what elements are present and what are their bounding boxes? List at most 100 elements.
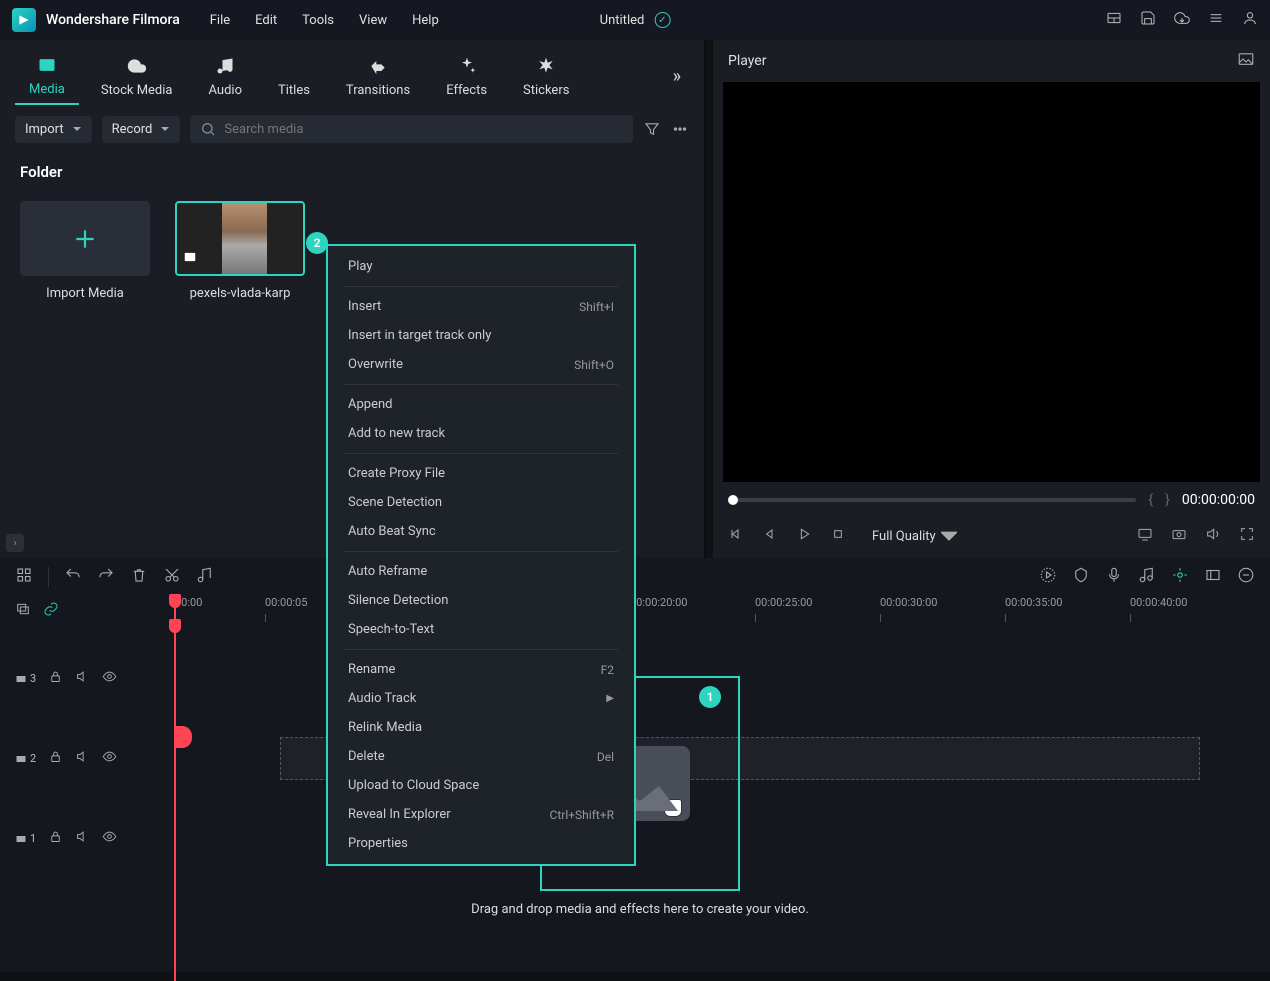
import-dropdown[interactable]: Import bbox=[15, 116, 92, 143]
media-toolbar: Import Record bbox=[0, 105, 704, 153]
mute-icon[interactable] bbox=[75, 669, 90, 688]
undo-icon[interactable] bbox=[64, 566, 82, 588]
ctx-upload-to-cloud-space[interactable]: Upload to Cloud Space bbox=[328, 771, 634, 800]
collapse-icon[interactable] bbox=[1237, 566, 1255, 588]
ctx-add-to-new-track[interactable]: Add to new track bbox=[328, 419, 634, 448]
ctx-scene-detection[interactable]: Scene Detection bbox=[328, 488, 634, 517]
tab-effects[interactable]: Effects bbox=[432, 49, 501, 104]
mic-icon[interactable] bbox=[1105, 566, 1123, 588]
audio-detach-icon[interactable] bbox=[196, 566, 214, 588]
ctx-reveal-in-explorer[interactable]: Reveal In ExplorerCtrl+Shift+R bbox=[328, 800, 634, 829]
visibility-icon[interactable] bbox=[102, 829, 117, 848]
preview-viewport[interactable] bbox=[723, 82, 1260, 482]
ctx-rename[interactable]: RenameF2 bbox=[328, 655, 634, 684]
media-icon bbox=[36, 54, 58, 76]
marker-icon[interactable] bbox=[1072, 566, 1090, 588]
clip-preview bbox=[222, 203, 267, 274]
music-icon bbox=[214, 55, 236, 77]
ctx-separator bbox=[344, 384, 618, 385]
menu-help[interactable]: Help bbox=[412, 13, 439, 28]
record-dropdown[interactable]: Record bbox=[102, 116, 181, 143]
delete-icon[interactable] bbox=[130, 566, 148, 588]
ctx-delete[interactable]: DeleteDel bbox=[328, 742, 634, 771]
snapshot-icon[interactable] bbox=[1237, 50, 1255, 72]
menu-file[interactable]: File bbox=[210, 13, 230, 28]
import-thumb[interactable] bbox=[20, 201, 150, 276]
render-icon[interactable] bbox=[1039, 566, 1057, 588]
lock-icon[interactable] bbox=[48, 669, 63, 688]
ctx-auto-beat-sync[interactable]: Auto Beat Sync bbox=[328, 517, 634, 546]
menu-tools[interactable]: Tools bbox=[302, 13, 334, 28]
mute-icon[interactable] bbox=[75, 749, 90, 768]
display-icon[interactable] bbox=[1137, 526, 1153, 546]
ctx-overwrite[interactable]: OverwriteShift+O bbox=[328, 350, 634, 379]
layout-icon[interactable] bbox=[1106, 10, 1122, 30]
media-clip-item[interactable]: pexels-vlada-karp bbox=[175, 201, 305, 543]
ctx-insert-in-target-track-only[interactable]: Insert in target track only bbox=[328, 321, 634, 350]
tab-stickers[interactable]: Stickers bbox=[509, 49, 583, 104]
ctx-auto-reframe[interactable]: Auto Reframe bbox=[328, 557, 634, 586]
menu-edit[interactable]: Edit bbox=[255, 13, 277, 28]
playhead-line[interactable] bbox=[174, 621, 176, 981]
tab-titles[interactable]: Titles bbox=[264, 49, 324, 104]
mute-icon[interactable] bbox=[75, 829, 90, 848]
save-icon[interactable] bbox=[1140, 10, 1156, 30]
ctx-speech-to-text[interactable]: Speech-to-Text bbox=[328, 615, 634, 644]
cut-icon[interactable] bbox=[163, 566, 181, 588]
fit-icon[interactable] bbox=[1204, 566, 1222, 588]
scrubber[interactable] bbox=[728, 498, 1136, 502]
search-box[interactable] bbox=[190, 115, 633, 143]
more-icon[interactable] bbox=[671, 120, 689, 138]
project-title-area: Untitled ✓ bbox=[600, 12, 671, 28]
link-icon[interactable] bbox=[43, 601, 59, 621]
out-bracket-icon[interactable]: } bbox=[1165, 492, 1170, 508]
clip-name: pexels-vlada-karp bbox=[190, 286, 291, 301]
visibility-icon[interactable] bbox=[102, 749, 117, 768]
ctx-create-proxy-file[interactable]: Create Proxy File bbox=[328, 459, 634, 488]
search-input[interactable] bbox=[224, 122, 623, 137]
stop-icon[interactable] bbox=[830, 526, 846, 546]
fullscreen-icon[interactable] bbox=[1239, 526, 1255, 546]
track-stack-icon[interactable] bbox=[15, 601, 31, 621]
audio-mix-icon[interactable] bbox=[1138, 566, 1156, 588]
ctx-properties[interactable]: Properties bbox=[328, 829, 634, 858]
hamburger-icon[interactable] bbox=[1208, 10, 1224, 30]
play-icon[interactable] bbox=[796, 526, 812, 546]
user-icon[interactable] bbox=[1242, 10, 1258, 30]
expand-sidebar-icon[interactable]: › bbox=[6, 534, 24, 552]
drop-hint-text: Drag and drop media and effects here to … bbox=[445, 902, 835, 917]
quality-dropdown[interactable]: Full Quality bbox=[872, 528, 957, 544]
camera-icon[interactable] bbox=[1171, 526, 1187, 546]
ctx-silence-detection[interactable]: Silence Detection bbox=[328, 586, 634, 615]
prev-frame-icon[interactable] bbox=[728, 526, 744, 546]
ctx-append[interactable]: Append bbox=[328, 390, 634, 419]
track-head: 3 bbox=[0, 669, 170, 688]
track-head: 2 bbox=[0, 749, 170, 768]
in-bracket-icon[interactable]: { bbox=[1148, 492, 1153, 508]
volume-icon[interactable] bbox=[1205, 526, 1221, 546]
menu-view[interactable]: View bbox=[359, 13, 387, 28]
tabs-overflow-icon[interactable]: » bbox=[665, 58, 689, 95]
tab-transitions[interactable]: Transitions bbox=[332, 49, 424, 104]
tab-media[interactable]: Media bbox=[15, 48, 79, 105]
ctx-relink-media[interactable]: Relink Media bbox=[328, 713, 634, 742]
visibility-icon[interactable] bbox=[102, 669, 117, 688]
tab-stock-media[interactable]: Stock Media bbox=[87, 49, 187, 104]
lock-icon[interactable] bbox=[48, 749, 63, 768]
ctx-audio-track[interactable]: Audio Track▶ bbox=[328, 684, 634, 713]
step-back-icon[interactable] bbox=[762, 526, 778, 546]
clip-thumb[interactable] bbox=[175, 201, 305, 276]
filter-icon[interactable] bbox=[643, 120, 661, 138]
ctx-play[interactable]: Play bbox=[328, 252, 634, 281]
cloud-download-icon[interactable] bbox=[1174, 10, 1190, 30]
lock-icon[interactable] bbox=[48, 829, 63, 848]
context-menu: Play InsertShift+IInsert in target track … bbox=[326, 244, 636, 866]
redo-icon[interactable] bbox=[97, 566, 115, 588]
import-media-item[interactable]: Import Media bbox=[20, 201, 150, 543]
ctx-separator bbox=[344, 453, 618, 454]
grid-icon[interactable] bbox=[15, 566, 33, 588]
magnet-icon[interactable] bbox=[1171, 566, 1189, 588]
ruler-left-tools bbox=[0, 601, 170, 621]
ctx-insert[interactable]: InsertShift+I bbox=[328, 292, 634, 321]
tab-audio[interactable]: Audio bbox=[195, 49, 256, 104]
